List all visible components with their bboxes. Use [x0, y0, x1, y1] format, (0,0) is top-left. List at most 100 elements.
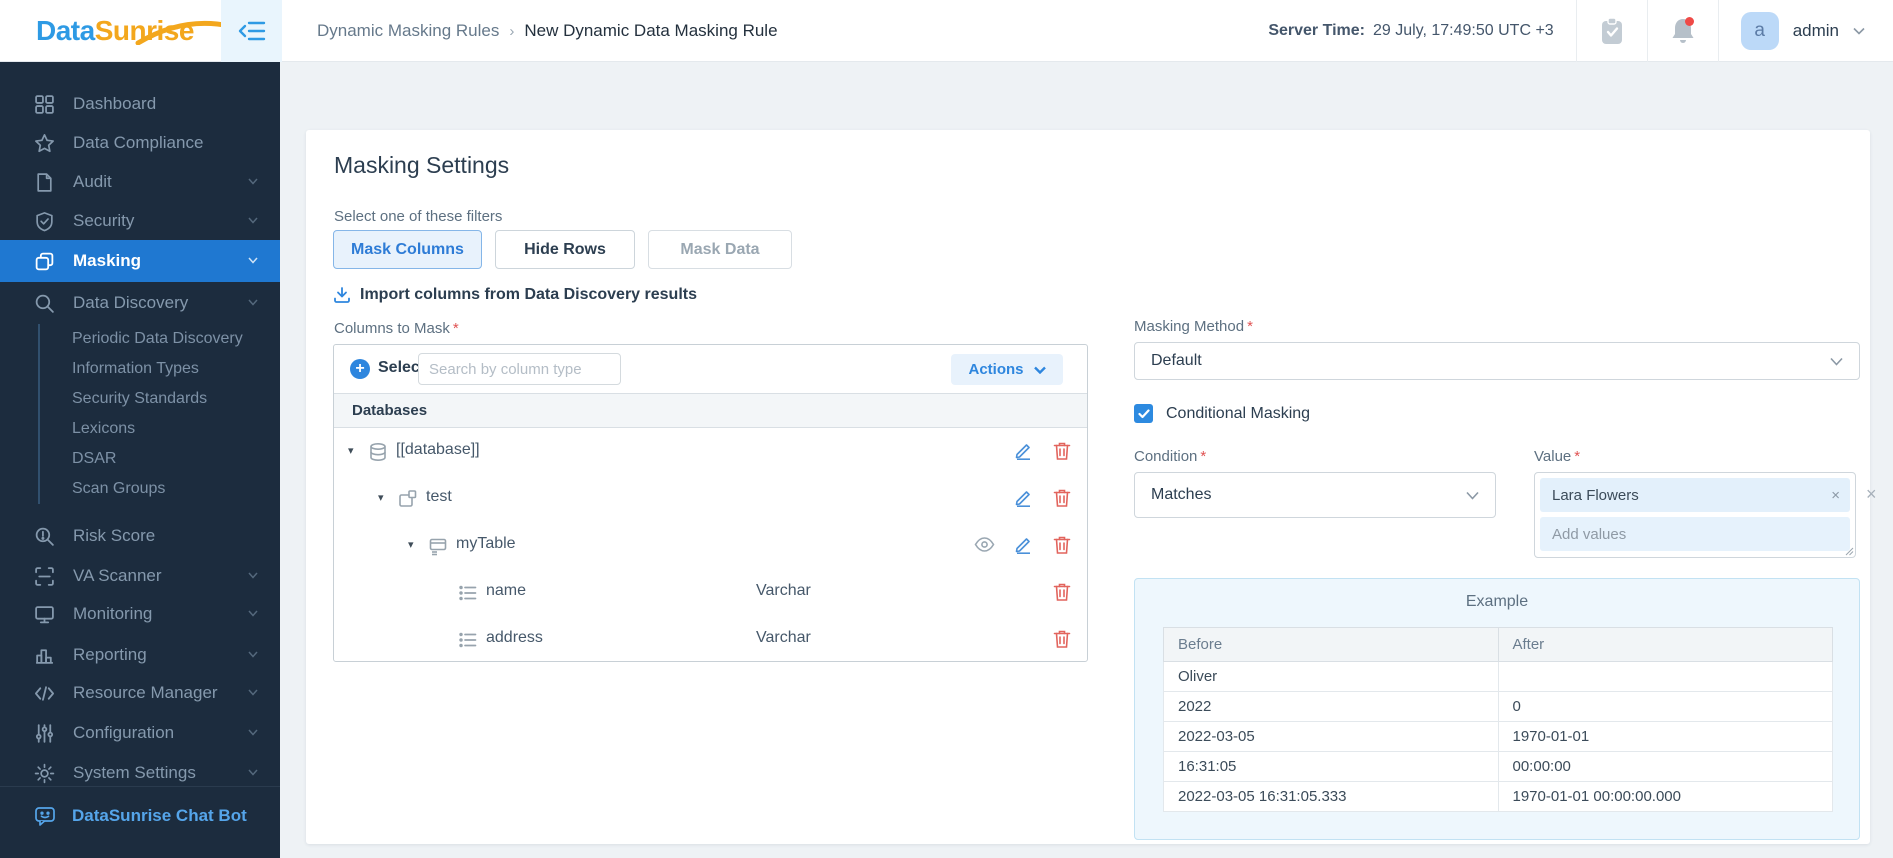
edit-icon[interactable]: [1014, 535, 1033, 554]
sidebar-subitem-security-standards[interactable]: Security Standards: [72, 384, 268, 414]
tree-row-database[interactable]: ▾ [[database]]: [334, 428, 1087, 475]
scanner-icon: [35, 566, 54, 586]
collapse-caret-icon[interactable]: ▾: [378, 491, 384, 504]
sidebar-subitem-scan-groups[interactable]: Scan Groups: [72, 474, 268, 504]
preview-eye-icon[interactable]: [974, 537, 995, 552]
collapse-caret-icon[interactable]: ▾: [408, 538, 414, 551]
table-row: Oliver: [1163, 661, 1833, 692]
delete-icon[interactable]: [1053, 441, 1071, 461]
required-asterisk: *: [1200, 448, 1207, 465]
column-icon: [459, 585, 477, 601]
sidebar-subitem-dsar[interactable]: DSAR: [72, 444, 268, 474]
sidebar-item-reporting[interactable]: Reporting: [0, 636, 280, 674]
sidebar-item-configuration[interactable]: Configuration: [0, 714, 280, 752]
required-asterisk: *: [1574, 448, 1581, 465]
import-columns-link[interactable]: Import columns from Data Discovery resul…: [333, 286, 697, 304]
sidebar-subitem-lexicons[interactable]: Lexicons: [72, 414, 268, 444]
tree-row-column-name[interactable]: name Varchar: [334, 569, 1087, 616]
sidebar-collapse-button[interactable]: [221, 0, 282, 62]
datasunrise-logo[interactable]: DataSunrise: [36, 15, 265, 47]
avatar: a: [1740, 12, 1779, 50]
resize-handle-icon[interactable]: [1845, 547, 1854, 556]
document-icon: [37, 172, 52, 192]
sidebar-item-security[interactable]: Security: [0, 202, 280, 240]
header-right-group: Server Time: 29 July, 17:49:50 UTC +3 a …: [1268, 0, 1893, 62]
condition-value: Matches: [1151, 486, 1212, 503]
sidebar-item-data-compliance[interactable]: Data Compliance: [0, 124, 280, 162]
sidebar-item-chatbot[interactable]: DataSunrise Chat Bot: [0, 800, 280, 832]
chevron-down-icon: [248, 299, 258, 306]
mask-data-button[interactable]: Mask Data: [648, 230, 792, 269]
chevron-down-icon: [1853, 27, 1865, 35]
remove-tag-icon[interactable]: ×: [1831, 487, 1840, 504]
condition-label: Condition *: [1134, 448, 1207, 465]
page-title: Masking Settings: [334, 152, 510, 178]
collapse-menu-icon: [238, 21, 265, 41]
chevron-down-icon: [248, 610, 258, 617]
sidebar-item-masking[interactable]: Masking: [0, 240, 280, 282]
chevron-down-icon: [1830, 357, 1843, 366]
tree-node-label: myTable: [456, 535, 516, 552]
sidebar-item-dashboard[interactable]: Dashboard: [0, 85, 280, 123]
chat-bot-icon: [35, 806, 55, 826]
sidebar: Dashboard Data Compliance Audit Security…: [0, 62, 280, 858]
delete-icon[interactable]: [1053, 488, 1071, 508]
tree-row-column-address[interactable]: address Varchar: [334, 616, 1087, 663]
notifications-button[interactable]: [1648, 0, 1718, 62]
masking-method-select[interactable]: Default: [1134, 342, 1860, 380]
edit-icon[interactable]: [1014, 441, 1033, 460]
username: admin: [1792, 21, 1839, 40]
sidebar-subitem-periodic-data-discovery[interactable]: Periodic Data Discovery: [72, 324, 268, 354]
tree-row-schema[interactable]: ▾ test: [334, 475, 1087, 522]
schema-icon: [399, 490, 417, 507]
chevron-down-icon: [248, 217, 258, 224]
tree-node-label: name: [486, 582, 527, 599]
top-header: DataSunrise Dynamic Masking Rules › New …: [0, 0, 1893, 62]
chevron-down-icon: [1033, 366, 1046, 374]
tree-row-table[interactable]: ▾ myTable: [334, 522, 1087, 569]
delete-icon[interactable]: [1053, 582, 1071, 602]
sidebar-subitem-information-types[interactable]: Information Types: [72, 354, 268, 384]
add-values-input[interactable]: [1540, 517, 1850, 551]
mask-columns-button[interactable]: Mask Columns: [333, 230, 482, 269]
value-tags-box[interactable]: Lara Flowers ×: [1534, 472, 1856, 558]
sidebar-item-audit[interactable]: Audit: [0, 163, 280, 201]
example-title: Example: [1465, 593, 1529, 610]
hide-rows-button[interactable]: Hide Rows: [495, 230, 635, 269]
chevron-down-icon: [1466, 491, 1479, 500]
checkbox-checked-icon[interactable]: [1134, 404, 1153, 423]
sidebar-item-label: Data Compliance: [73, 133, 204, 152]
actions-dropdown-button[interactable]: Actions: [951, 354, 1063, 385]
breadcrumb-item-rules[interactable]: Dynamic Masking Rules: [317, 21, 499, 41]
conditional-masking-checkbox-row[interactable]: Conditional Masking: [1134, 404, 1310, 423]
tree-node-label: [[database]]: [396, 441, 480, 458]
app-screen: DataSunrise Dynamic Masking Rules › New …: [0, 0, 1893, 858]
tasks-button[interactable]: [1577, 0, 1647, 62]
required-asterisk: *: [1247, 318, 1253, 335]
sidebar-item-resource-manager[interactable]: Resource Manager: [0, 674, 280, 712]
sidebar-item-risk-score[interactable]: Risk Score: [0, 517, 280, 555]
user-menu[interactable]: a admin: [1719, 0, 1893, 62]
logo-part-data: Data: [36, 15, 95, 46]
delete-icon[interactable]: [1053, 629, 1071, 649]
sidebar-item-monitoring[interactable]: Monitoring: [0, 595, 280, 633]
sidebar-item-data-discovery[interactable]: Data Discovery: [0, 284, 280, 322]
delete-icon[interactable]: [1053, 535, 1071, 555]
add-column-icon[interactable]: +: [350, 359, 370, 379]
value-tag: Lara Flowers ×: [1540, 478, 1850, 512]
server-time: Server Time: 29 July, 17:49:50 UTC +3: [1268, 22, 1553, 40]
column-type-search-input[interactable]: [418, 353, 621, 385]
sidebar-item-va-scanner[interactable]: VA Scanner: [0, 557, 280, 595]
sidebar-divider: [0, 786, 280, 787]
value-label: Value *: [1534, 448, 1581, 465]
condition-select[interactable]: Matches: [1134, 472, 1496, 518]
sidebar-item-label: System Settings: [73, 763, 196, 782]
example-col-before: Before: [1163, 627, 1499, 662]
breadcrumb: Dynamic Masking Rules › New Dynamic Data…: [317, 0, 778, 62]
edit-icon[interactable]: [1014, 488, 1033, 507]
chevron-down-icon: [248, 572, 258, 579]
clear-values-icon[interactable]: ×: [1866, 484, 1877, 505]
server-time-value: 29 July, 17:49:50 UTC +3: [1372, 22, 1554, 39]
chatbot-label: DataSunrise Chat Bot: [72, 806, 247, 825]
collapse-caret-icon[interactable]: ▾: [348, 444, 354, 457]
